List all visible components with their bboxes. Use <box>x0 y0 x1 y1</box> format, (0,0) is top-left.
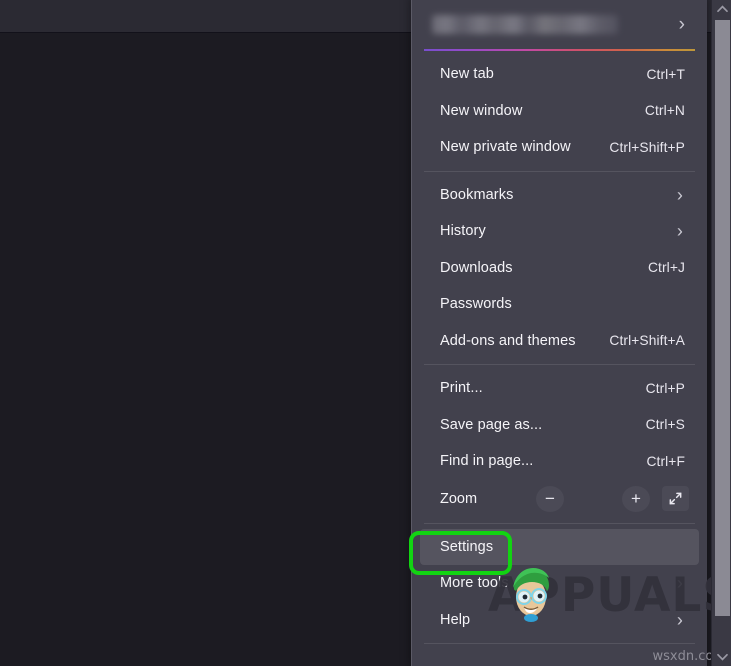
menu-item-new-private-window[interactable]: New private window Ctrl+Shift+P <box>420 129 699 166</box>
menu-item-find-in-page[interactable]: Find in page... Ctrl+F <box>420 443 699 480</box>
menu-item-shortcut: Ctrl+Shift+A <box>609 333 685 349</box>
menu-item-label: Print... <box>440 380 483 397</box>
zoom-out-icon[interactable]: − <box>536 485 564 512</box>
menu-item-label: Bookmarks <box>440 186 514 203</box>
chevron-right-icon: › <box>676 184 683 205</box>
chevron-right-icon: › <box>676 609 683 630</box>
menu-separator <box>424 364 695 365</box>
menu-item-zoom: Zoom − + <box>420 480 699 518</box>
menu-item-label: Downloads <box>440 259 513 276</box>
scroll-down-button[interactable] <box>712 648 731 666</box>
menu-items-list: New tab Ctrl+T New window Ctrl+N New pri… <box>412 51 707 644</box>
menu-item-passwords[interactable]: Passwords <box>420 286 699 323</box>
menu-item-save-page-as[interactable]: Save page as... Ctrl+S <box>420 407 699 444</box>
menu-item-label: History <box>440 223 486 240</box>
scrollbar-thumb[interactable] <box>715 20 730 616</box>
menu-item-print[interactable]: Print... Ctrl+P <box>420 370 699 407</box>
menu-item-shortcut: Ctrl+S <box>645 417 685 433</box>
menu-item-label: Passwords <box>440 296 512 313</box>
account-email-redacted <box>432 14 618 34</box>
menu-item-new-window[interactable]: New window Ctrl+N <box>420 93 699 130</box>
chevron-right-icon: › <box>678 13 685 35</box>
menu-item-help[interactable]: Help › <box>420 602 699 639</box>
menu-item-history[interactable]: History › <box>420 213 699 250</box>
menu-item-shortcut: Ctrl+N <box>644 103 685 119</box>
menu-item-label: Settings <box>440 538 494 555</box>
vertical-scrollbar[interactable] <box>711 0 731 666</box>
chevron-down-icon <box>716 653 728 661</box>
menu-separator <box>424 643 695 644</box>
menu-item-downloads[interactable]: Downloads Ctrl+J <box>420 250 699 287</box>
menu-item-new-tab[interactable]: New tab Ctrl+T <box>420 56 699 93</box>
chevron-right-icon: › <box>676 221 683 242</box>
menu-item-shortcut: Ctrl+T <box>646 66 685 82</box>
menu-item-shortcut: Ctrl+J <box>647 260 685 276</box>
account-gradient-divider <box>424 49 695 51</box>
menu-item-shortcut: Ctrl+F <box>646 453 685 469</box>
menu-item-bookmarks[interactable]: Bookmarks › <box>420 177 699 214</box>
chevron-right-icon: › <box>676 573 683 594</box>
menu-item-label: More tools <box>440 575 509 592</box>
menu-item-label: New tab <box>440 66 494 83</box>
menu-separator <box>424 170 695 172</box>
menu-item-label: New private window <box>440 139 571 156</box>
menu-item-addons-and-themes[interactable]: Add-ons and themes Ctrl+Shift+A <box>420 323 699 360</box>
menu-item-label: Save page as... <box>440 416 543 433</box>
account-sync-row[interactable]: › <box>420 1 699 47</box>
zoom-in-icon[interactable]: + <box>622 485 650 512</box>
scroll-up-button[interactable] <box>712 0 731 18</box>
menu-item-label: Help <box>440 611 471 628</box>
menu-item-shortcut: Ctrl+Shift+P <box>609 139 685 155</box>
zoom-controls: − + <box>536 485 689 512</box>
firefox-app-menu-panel: › New tab Ctrl+T New window Ctrl+N New p… <box>411 0 707 666</box>
screenshot-root: › New tab Ctrl+T New window Ctrl+N New p… <box>0 0 731 666</box>
menu-item-settings[interactable]: Settings <box>420 528 699 565</box>
menu-item-label: New window <box>440 102 523 119</box>
menu-item-more-tools[interactable]: More tools › <box>420 565 699 602</box>
menu-item-shortcut: Ctrl+P <box>645 380 685 396</box>
chevron-up-icon <box>716 5 728 13</box>
fullscreen-expand-icon[interactable] <box>662 486 689 511</box>
menu-item-label: Find in page... <box>440 453 534 470</box>
zoom-label: Zoom <box>440 490 478 507</box>
menu-separator <box>424 522 695 524</box>
menu-item-label: Add-ons and themes <box>440 332 576 349</box>
